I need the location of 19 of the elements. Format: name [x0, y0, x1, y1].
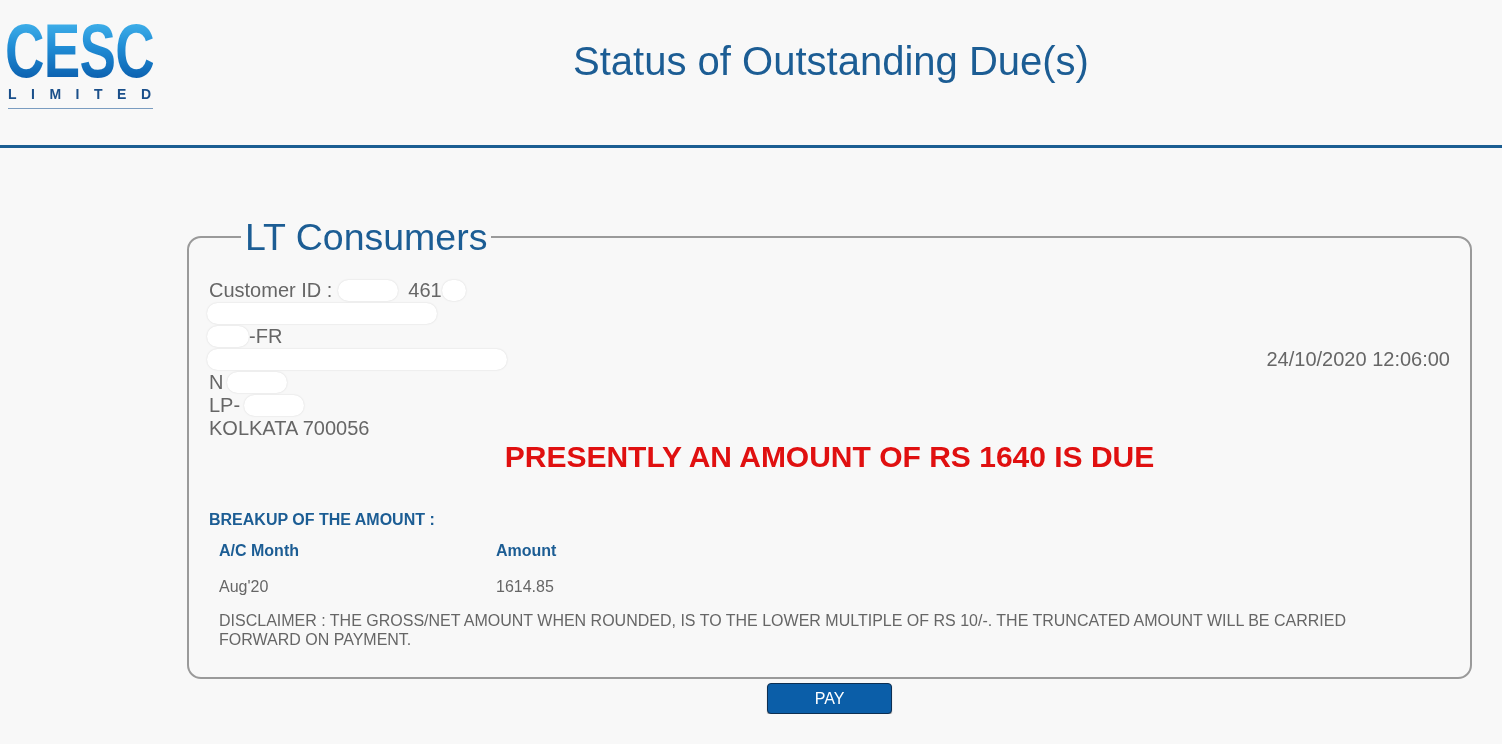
address-line: LP- — [209, 394, 241, 417]
customer-id-label: Customer ID : — [209, 279, 333, 302]
disclaimer-text: DISCLAIMER : THE GROSS/NET AMOUNT WHEN ROUNDED, IS TO THE LOWER MULTIPLE OF RS 10/-. THE TRUNCATED AMOUNT WILL BE CARRIED FORWARD ON PAYMENT. — [219, 611, 1347, 649]
amount-due-notice: PRESENTLY AN AMOUNT OF RS 1640 IS DUE — [503, 440, 1156, 474]
table-cell-text: Aug'20 — [219, 577, 270, 597]
panel-legend: LT Consumers — [241, 217, 492, 257]
column-header: Amount — [496, 541, 558, 561]
breakup-heading: BREAKUP OF THE AMOUNT : — [209, 510, 436, 530]
pay-button[interactable]: PAY — [767, 683, 892, 714]
customer-id-value: 461 — [408, 279, 442, 302]
column-header: A/C Month — [219, 541, 496, 561]
address-line: -FR — [249, 325, 283, 348]
address-line: KOLKATA 700056 — [209, 417, 370, 440]
page-title: Status of Outstanding Due(s) — [573, 38, 1089, 85]
logo-subtitle: LIMITED — [8, 86, 153, 102]
table-cell-text: 1614.85 — [496, 577, 555, 597]
address-line: N — [209, 371, 224, 394]
logo-wordmark: CESC — [5, 22, 154, 80]
date-time: 24/10/2020 12:06:00 — [1266, 348, 1450, 371]
